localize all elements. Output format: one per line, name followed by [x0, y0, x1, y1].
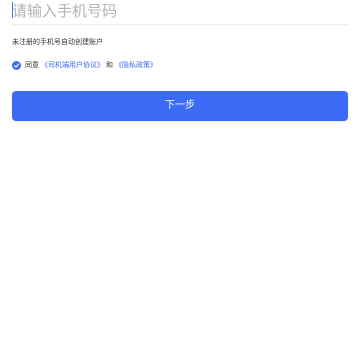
- next-step-button[interactable]: 下一步: [12, 91, 348, 121]
- phone-input-container: [12, 0, 348, 25]
- driver-agreement-link[interactable]: 《司机端用户协议》: [41, 60, 104, 70]
- agreement-conjunction: 和: [106, 61, 113, 69]
- agreement-row: 同意 《司机端用户协议》 和 《隐私政策》: [12, 59, 159, 71]
- text-caret: [12, 2, 13, 18]
- privacy-policy-link[interactable]: 《隐私政策》: [115, 60, 157, 70]
- agreement-checkbox-check-icon[interactable]: [12, 60, 21, 70]
- auto-register-hint: 未注册的手机号自动创建账户: [12, 38, 103, 46]
- login-page: 未注册的手机号自动创建账户 同意 《司机端用户协议》 和 《隐私政策》 下一步: [0, 0, 360, 360]
- phone-number-input[interactable]: [12, 0, 348, 22]
- agreement-prefix: 同意: [25, 61, 39, 69]
